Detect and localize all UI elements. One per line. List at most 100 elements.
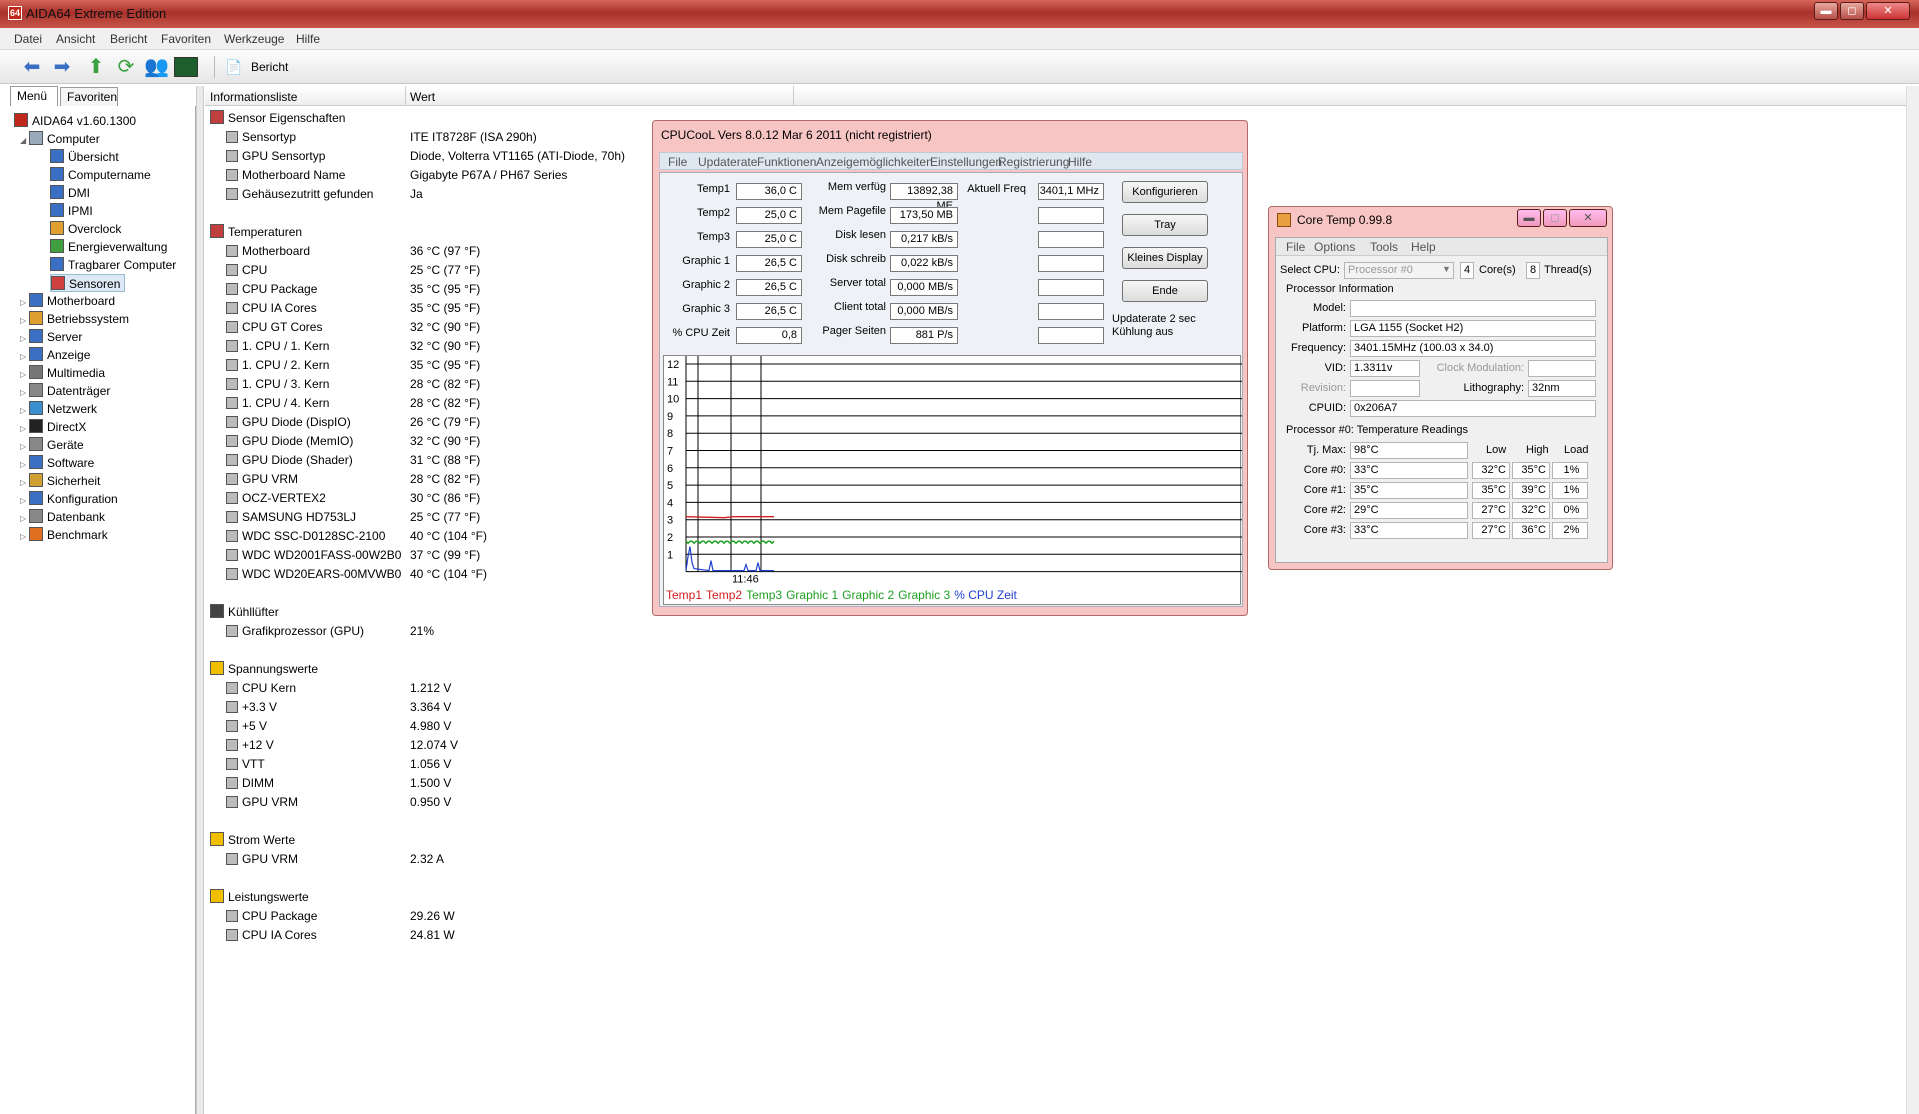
- ct-menu-options[interactable]: Options: [1314, 240, 1355, 254]
- menu-ansicht[interactable]: Ansicht: [56, 32, 95, 46]
- report-button[interactable]: Bericht: [251, 60, 288, 74]
- tree-item-benchmark[interactable]: ▷ Benchmark: [20, 526, 108, 544]
- sensor-row[interactable]: +5 V 4.980 V: [226, 717, 451, 736]
- sensor-row[interactable]: GPU Sensortyp Diode, Volterra VT1165 (ATI…: [226, 147, 625, 166]
- select-cpu-dropdown[interactable]: Processor #0: [1344, 262, 1454, 279]
- forward-arrow-icon[interactable]: ➡: [50, 56, 74, 78]
- back-arrow-icon[interactable]: ⬅: [20, 56, 44, 78]
- sensor-row[interactable]: GPU VRM 0.950 V: [226, 793, 451, 812]
- splitter[interactable]: [196, 86, 204, 1114]
- cpucool-menu-updaterate[interactable]: Updaterate: [698, 155, 757, 169]
- tree-item-datenbank[interactable]: ▷ Datenbank: [20, 508, 105, 526]
- sensor-row[interactable]: WDC WD2001FASS-00W2B0 37 °C (99 °F): [226, 546, 480, 565]
- sensor-row[interactable]: SAMSUNG HD753LJ 25 °C (77 °F): [226, 508, 480, 527]
- sensor-row[interactable]: DIMM 1.500 V: [226, 774, 451, 793]
- tree-item-datentr-ger[interactable]: ▷ Datenträger: [20, 382, 110, 400]
- sensor-row[interactable]: VTT 1.056 V: [226, 755, 451, 774]
- vertical-scrollbar[interactable]: [1906, 86, 1919, 1114]
- tree-item-overclock[interactable]: Overclock: [50, 220, 121, 238]
- tree-item-motherboard[interactable]: ▷ Motherboard: [20, 292, 115, 310]
- tree-item-computer[interactable]: ◢ Computer: [20, 130, 100, 148]
- tree-item-sensoren[interactable]: Sensoren: [50, 274, 126, 292]
- sensor-row[interactable]: CPU Package 35 °C (95 °F): [226, 280, 480, 299]
- column-informationsliste[interactable]: Informationsliste: [210, 90, 297, 104]
- tree-item-tragbarer-computer[interactable]: Tragbarer Computer: [50, 256, 176, 274]
- tree-item-root[interactable]: AIDA64 v1.60.1300: [14, 112, 136, 130]
- menu-datei[interactable]: Datei: [14, 32, 42, 46]
- tree-item--bersicht[interactable]: Übersicht: [50, 148, 119, 166]
- sensor-row[interactable]: CPU IA Cores 24.81 W: [226, 926, 455, 945]
- sensor-row[interactable]: +3.3 V 3.364 V: [226, 698, 451, 717]
- sensor-row[interactable]: 1. CPU / 4. Kern 28 °C (82 °F): [226, 394, 480, 413]
- menu-favoriten[interactable]: Favoriten: [161, 32, 211, 46]
- coretemp-minimize-button[interactable]: ▬: [1517, 209, 1541, 227]
- sensor-row[interactable]: Grafikprozessor (GPU) 21%: [226, 622, 434, 641]
- menu-werkzeuge[interactable]: Werkzeuge: [224, 32, 284, 46]
- tree-item-directx[interactable]: ▷ DirectX: [20, 418, 86, 436]
- tree-item-software[interactable]: ▷ Software: [20, 454, 94, 472]
- coretemp-maximize-button[interactable]: ◻: [1543, 209, 1567, 227]
- sensor-row[interactable]: Gehäusezutritt gefunden Ja: [226, 185, 423, 204]
- sensor-row[interactable]: GPU Diode (MemIO) 32 °C (90 °F): [226, 432, 480, 451]
- coretemp-close-button[interactable]: ✕: [1569, 209, 1607, 227]
- sensor-row[interactable]: Motherboard Name Gigabyte P67A / PH67 Ser…: [226, 166, 567, 185]
- tree-item-energieverwaltung[interactable]: Energieverwaltung: [50, 238, 167, 256]
- sensor-row[interactable]: +12 V 12.074 V: [226, 736, 458, 755]
- tree-item-betriebssystem[interactable]: ▷ Betriebssystem: [20, 310, 129, 328]
- sensor-row[interactable]: GPU Diode (Shader) 31 °C (88 °F): [226, 451, 480, 470]
- sensor-row[interactable]: 1. CPU / 1. Kern 32 °C (90 °F): [226, 337, 480, 356]
- tree-item-konfiguration[interactable]: ▷ Konfiguration: [20, 490, 118, 508]
- sensor-row[interactable]: WDC WD20EARS-00MVWB0 40 °C (104 °F): [226, 565, 487, 584]
- sensor-row[interactable]: CPU Package 29.26 W: [226, 907, 455, 926]
- cpucool-menu-registrierung[interactable]: Registrierung: [998, 155, 1069, 169]
- tree-item-multimedia[interactable]: ▷ Multimedia: [20, 364, 105, 382]
- ct-menu-help[interactable]: Help: [1411, 240, 1436, 254]
- collapse-icon[interactable]: ◢: [20, 132, 29, 150]
- menu-hilfe[interactable]: Hilfe: [296, 32, 320, 46]
- tree-item-dmi[interactable]: DMI: [50, 184, 90, 202]
- sensor-row[interactable]: GPU Diode (DispIO) 26 °C (79 °F): [226, 413, 480, 432]
- sensor-row[interactable]: CPU Kern 1.212 V: [226, 679, 451, 698]
- cpucool-menu-funktionen[interactable]: Funktionen: [757, 155, 816, 169]
- close-button[interactable]: ✕: [1866, 2, 1910, 20]
- report-icon[interactable]: 📄: [222, 56, 246, 78]
- tray-button[interactable]: Tray: [1122, 214, 1208, 236]
- sensor-row[interactable]: CPU GT Cores 32 °C (90 °F): [226, 318, 480, 337]
- tab-favorites[interactable]: Favoriten: [60, 87, 118, 107]
- tree-item-ipmi[interactable]: IPMI: [50, 202, 93, 220]
- sensor-row[interactable]: 1. CPU / 3. Kern 28 °C (82 °F): [226, 375, 480, 394]
- column-wert[interactable]: Wert: [410, 90, 435, 104]
- up-arrow-icon[interactable]: ⬆: [84, 56, 108, 78]
- configure-button[interactable]: Konfigurieren: [1122, 181, 1208, 203]
- expand-icon[interactable]: ▷: [20, 528, 29, 546]
- users-icon[interactable]: 👥: [144, 56, 169, 78]
- sensor-row[interactable]: WDC SSC-D0128SC-2100 40 °C (104 °F): [226, 527, 487, 546]
- tree-item-ger-te[interactable]: ▷ Geräte: [20, 436, 84, 454]
- cpucool-menu-file[interactable]: File: [668, 155, 687, 169]
- cpucool-menu-hilfe[interactable]: Hilfe: [1068, 155, 1092, 169]
- sensor-row[interactable]: CPU IA Cores 35 °C (95 °F): [226, 299, 480, 318]
- cpucool-window[interactable]: CPUCooL Vers 8.0.12 Mar 6 2011 (nicht re…: [652, 120, 1248, 616]
- tree-item-server[interactable]: ▷ Server: [20, 328, 82, 346]
- refresh-icon[interactable]: ⟳: [114, 56, 138, 78]
- tree-item-netzwerk[interactable]: ▷ Netzwerk: [20, 400, 97, 418]
- tree-item-anzeige[interactable]: ▷ Anzeige: [20, 346, 90, 364]
- sensor-row[interactable]: OCZ-VERTEX2 30 °C (86 °F): [226, 489, 480, 508]
- cpucool-menu-einstellungen[interactable]: Einstellungen: [930, 155, 1002, 169]
- coretemp-window[interactable]: Core Temp 0.99.8 ▬ ◻ ✕ File Options Tool…: [1268, 206, 1613, 570]
- monitor-icon[interactable]: [174, 57, 198, 77]
- minimize-button[interactable]: ▬: [1814, 2, 1838, 20]
- sensor-row[interactable]: Motherboard 36 °C (97 °F): [226, 242, 480, 261]
- sensor-row[interactable]: CPU 25 °C (77 °F): [226, 261, 480, 280]
- maximize-button[interactable]: ◻: [1840, 2, 1864, 20]
- cpucool-menu-anzeigem-glichkeiten[interactable]: Anzeigemöglichkeiten: [816, 155, 933, 169]
- sensor-row[interactable]: GPU VRM 28 °C (82 °F): [226, 470, 480, 489]
- sensor-row[interactable]: GPU VRM 2.32 A: [226, 850, 444, 869]
- tree-item-sicherheit[interactable]: ▷ Sicherheit: [20, 472, 100, 490]
- ct-menu-tools[interactable]: Tools: [1370, 240, 1398, 254]
- small-display-button[interactable]: Kleines Display: [1122, 247, 1208, 269]
- sensor-row[interactable]: 1. CPU / 2. Kern 35 °C (95 °F): [226, 356, 480, 375]
- tree-item-computername[interactable]: Computername: [50, 166, 151, 184]
- menu-bericht[interactable]: Bericht: [110, 32, 147, 46]
- end-button[interactable]: Ende: [1122, 280, 1208, 302]
